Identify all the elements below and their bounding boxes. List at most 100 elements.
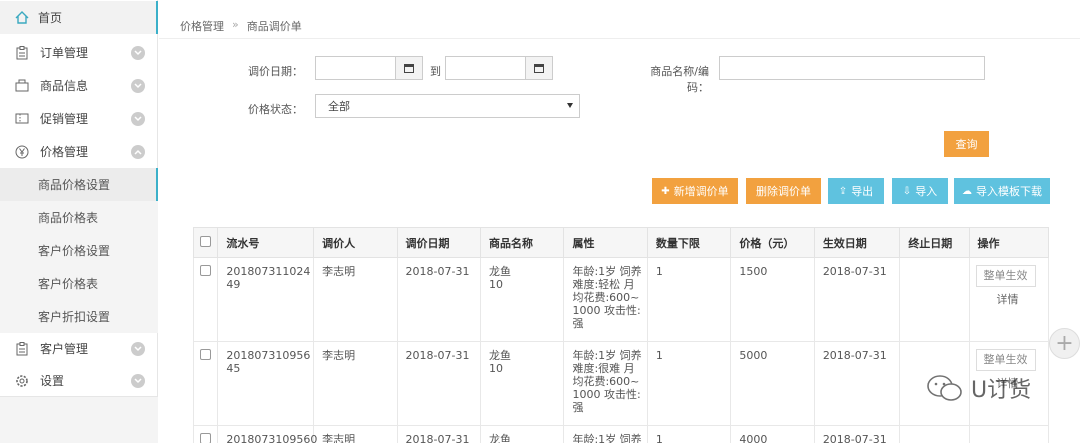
sidebar-item-label: 订单管理 (40, 46, 89, 60)
cell-date: 2018-07-31 (396, 257, 482, 342)
col-header: 终止日期 (899, 227, 970, 258)
details-link[interactable]: 详情 (978, 293, 1038, 306)
calendar-icon (534, 63, 544, 73)
chevron-up-icon[interactable] (131, 144, 145, 159)
sidebar-subitem-label: 客户价格设置 (38, 244, 111, 258)
sidebar-subitem-customer-discount[interactable]: 客户折扣设置 (0, 300, 158, 333)
product-search-input[interactable] (719, 56, 985, 80)
sidebar-item-label: 客户管理 (40, 342, 89, 356)
sidebar-item-label: 首页 (38, 11, 63, 25)
sidebar: 首页 订单管理 商品信息 促销管理 价格管理 商品价格设置 商品价格表 客户价格… (0, 0, 158, 443)
row-select-cell[interactable] (192, 425, 219, 443)
row-select-cell[interactable] (192, 341, 219, 426)
col-header: 操作 (968, 227, 1050, 258)
activate-button[interactable]: 整单生效 (975, 349, 1036, 371)
select-all-cell[interactable] (192, 227, 219, 258)
cell-effective: 2018-07-31 (813, 341, 901, 426)
col-header: 数量下限 (646, 227, 732, 258)
delete-price-adjustment-button[interactable]: 删除调价单 (746, 178, 821, 204)
row-checkbox[interactable] (200, 433, 211, 443)
plus-icon: ✚ (661, 185, 670, 197)
sidebar-item-settings[interactable]: 设置 (0, 364, 158, 397)
col-header: 生效日期 (813, 227, 901, 258)
add-price-adjustment-button[interactable]: ✚ 新增调价单 (652, 178, 738, 204)
breadcrumb-root[interactable]: 价格管理 (180, 18, 224, 34)
cell-user: 李志明 (313, 341, 398, 426)
cell-id: 20180731102449 (217, 257, 315, 342)
sidebar-item-products[interactable]: 商品信息 (0, 69, 158, 102)
cell-product: 龙鱼 10 (479, 341, 565, 426)
start-date-input[interactable] (315, 56, 396, 80)
row-select-cell[interactable] (192, 257, 219, 342)
cell-min-qty: 1 (646, 425, 732, 443)
cell-price: 4000 (730, 425, 815, 443)
breadcrumb-current: 商品调价单 (246, 20, 302, 33)
cell-user: 李志明 (313, 257, 398, 342)
sidebar-item-label: 促销管理 (40, 112, 89, 126)
select-all-checkbox[interactable] (200, 235, 211, 247)
sidebar-subitem-label: 商品价格表 (38, 211, 99, 225)
row-checkbox[interactable] (200, 349, 211, 360)
status-select-value: 全部 (328, 100, 350, 113)
plus-icon[interactable]: + (1049, 328, 1080, 359)
row-checkbox[interactable] (200, 265, 211, 276)
table-header-row: 流水号 调价人 调价日期 商品名称 属性 数量下限 价格（元） 生效日期 终止日… (192, 227, 1050, 258)
sidebar-item-promotions[interactable]: 促销管理 (0, 102, 158, 135)
sidebar-subitem-customer-price-list[interactable]: 客户价格表 (0, 267, 158, 300)
export-button[interactable]: ⇪ 导出 (828, 178, 884, 204)
chevron-down-icon[interactable] (131, 341, 145, 356)
sidebar-item-customers[interactable]: 客户管理 (0, 332, 158, 365)
import-icon: ⇩ (902, 185, 912, 197)
chevron-down-icon[interactable] (131, 78, 145, 93)
sidebar-item-home[interactable]: 首页 (0, 1, 158, 34)
sidebar-footer (0, 396, 158, 443)
cell-id: 20180731095645 (217, 341, 315, 426)
col-header: 调价日期 (396, 227, 482, 258)
end-date-calendar-button[interactable] (525, 56, 553, 80)
ticket-icon (15, 112, 29, 126)
sidebar-item-orders[interactable]: 订单管理 (0, 36, 158, 69)
shop-icon (15, 79, 29, 93)
yen-icon (15, 145, 29, 159)
cell-product: 龙鱼 10 (479, 257, 565, 342)
col-header: 流水号 (217, 227, 315, 258)
cell-end (899, 257, 970, 342)
date-label: 调价日期： (248, 65, 303, 78)
col-header: 属性 (563, 227, 648, 258)
table-row: 20180731095645 李志明 2018-07-31 龙鱼 10 年龄:1… (192, 341, 1050, 426)
sidebar-subitem-customer-price-settings[interactable]: 客户价格设置 (0, 234, 158, 267)
calendar-icon (404, 63, 414, 73)
chevron-down-icon[interactable] (131, 373, 145, 388)
activate-button[interactable]: 整单生效 (975, 265, 1036, 287)
chevron-down-icon[interactable] (131, 45, 145, 60)
watermark-text: U订货 (971, 378, 1032, 403)
to-label: 到 (430, 65, 441, 78)
export-icon: ⇪ (838, 185, 848, 197)
cell-date: 2018-07-31 (396, 341, 482, 426)
sidebar-subitem-product-price-settings[interactable]: 商品价格设置 (0, 168, 158, 201)
table-row: 20180731102449 李志明 2018-07-31 龙鱼 10 年龄:1… (192, 257, 1050, 342)
sidebar-item-pricing[interactable]: 价格管理 (0, 135, 158, 168)
import-button[interactable]: ⇩ 导入 (892, 178, 948, 204)
end-date-input[interactable] (445, 56, 526, 80)
cell-end (899, 425, 970, 443)
clipboard-icon (15, 45, 29, 60)
import-button-label: 导入 (915, 185, 938, 198)
home-icon (15, 11, 29, 25)
start-date-calendar-button[interactable] (395, 56, 423, 80)
sidebar-subitem-product-price-list[interactable]: 商品价格表 (0, 201, 158, 234)
download-template-button[interactable]: ☁ 导入模板下载 (954, 178, 1050, 204)
cell-attr: 年龄:1岁 饲养难度:很难 月均花费:600~1000 攻击性:强 (563, 341, 648, 426)
query-button[interactable]: 查询 (944, 131, 989, 157)
sidebar-item-label: 设置 (40, 374, 65, 388)
col-header: 商品名称 (479, 227, 565, 258)
wechat-icon (927, 375, 962, 401)
price-adjustment-table: 流水号 调价人 调价日期 商品名称 属性 数量下限 价格（元） 生效日期 终止日… (192, 227, 1050, 443)
status-select[interactable]: 全部 (315, 94, 580, 118)
clipboard-icon (15, 341, 29, 356)
col-header: 价格（元） (730, 227, 815, 258)
breadcrumb: 价格管理 » 商品调价单 (180, 18, 302, 34)
cell-user: 李志明 (313, 425, 398, 443)
chevron-down-icon[interactable] (131, 111, 145, 126)
col-header: 调价人 (313, 227, 398, 258)
